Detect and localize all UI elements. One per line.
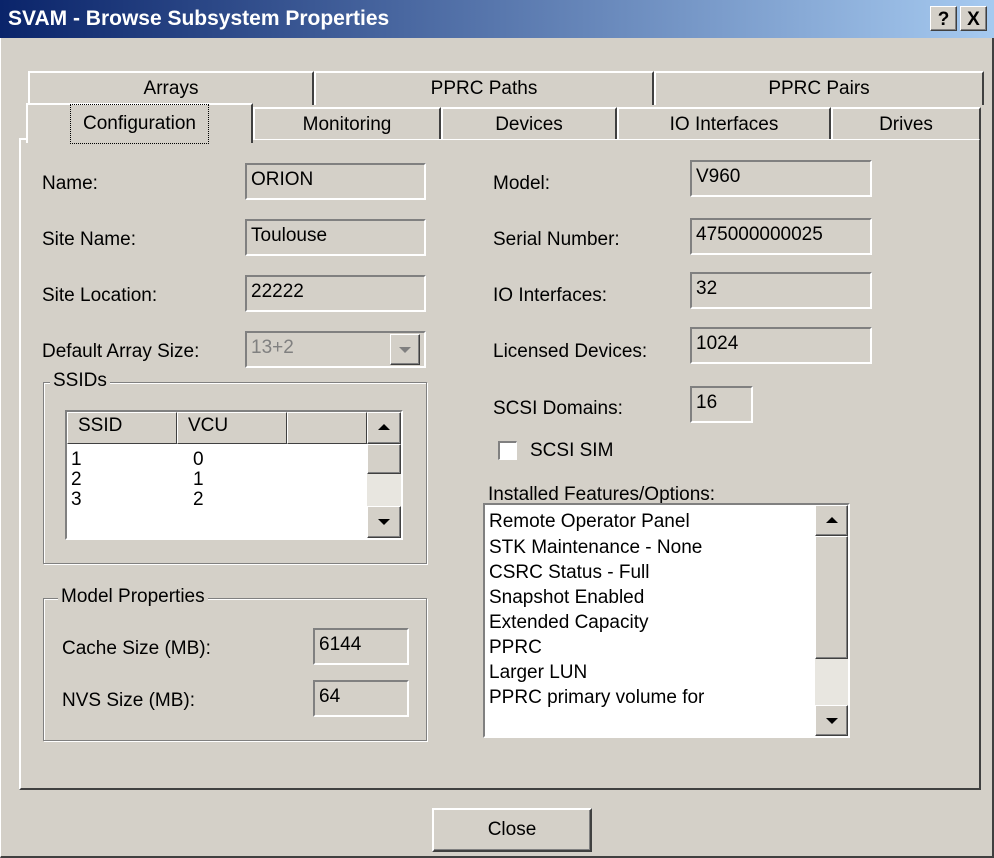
nvs-size-field[interactable]: 64 [313,680,409,717]
title-bar[interactable]: SVAM - Browse Subsystem Properties ? X [0,0,994,38]
model-properties-group-label: Model Properties [58,586,208,608]
scsi-sim-checkbox[interactable] [498,441,517,460]
ssids-group-label: SSIDs [50,370,110,392]
scroll-up-button[interactable] [815,505,848,536]
close-window-button[interactable]: X [960,6,987,31]
vcu-cell: 1 [193,469,204,490]
features-scrollbar[interactable] [815,505,848,736]
window-title: SVAM - Browse Subsystem Properties [8,7,390,30]
licensed-devices-field[interactable]: 1024 [690,327,872,364]
serial-number-field[interactable]: 475000000025 [690,218,872,255]
tab-label: Configuration [69,104,210,144]
list-item[interactable]: Snapshot Enabled [489,585,644,611]
model-label: Model: [493,173,551,194]
ssid-cell: 1 [71,449,82,470]
scsi-domains-field[interactable]: 16 [690,386,753,423]
vcu-cell: 0 [193,449,204,470]
chevron-up-icon [378,424,390,430]
tab-label: PPRC Pairs [768,78,870,99]
tab-label: PPRC Paths [430,78,538,99]
model-properties-group [43,598,427,741]
cache-size-label: Cache Size (MB): [62,638,211,659]
io-interfaces-label: IO Interfaces: [493,285,608,306]
chevron-down-icon [399,347,411,353]
tab-label: Monitoring [302,114,392,135]
io-interfaces-field[interactable]: 32 [690,272,872,309]
list-item[interactable]: PPRC [489,635,542,661]
ssid-cell: 2 [71,469,82,490]
tab-arrays[interactable]: Arrays [28,71,314,105]
tab-io-interfaces[interactable]: IO Interfaces [617,107,831,139]
scroll-up-button[interactable] [367,412,401,444]
vcu-cell: 2 [193,489,204,510]
scroll-down-button[interactable] [367,506,401,538]
ssid-list[interactable]: SSID VCU 1 0 2 1 3 2 [65,410,403,540]
site-location-label: Site Location: [42,285,158,306]
tab-devices[interactable]: Devices [441,107,617,139]
scroll-thumb[interactable] [367,444,401,474]
default-array-size-select[interactable]: 13+2 [245,331,426,368]
scroll-down-button[interactable] [815,705,848,736]
vcu-column-header[interactable]: VCU [177,412,287,444]
site-name-field[interactable]: Toulouse [245,219,426,256]
site-location-field[interactable]: 22222 [245,275,426,312]
name-label: Name: [42,173,98,194]
site-name-label: Site Name: [42,229,136,250]
tab-pprc-pairs[interactable]: PPRC Pairs [654,71,984,105]
dropdown-arrow-button[interactable] [390,334,420,365]
list-item[interactable]: Extended Capacity [489,610,649,636]
scsi-sim-label: SCSI SIM [530,440,614,461]
chevron-down-icon [825,718,838,724]
chevron-down-icon [378,519,390,525]
scroll-thumb[interactable] [815,536,848,659]
model-field[interactable]: V960 [690,160,872,197]
nvs-size-label: NVS Size (MB): [62,690,196,711]
close-button[interactable]: Close [432,808,592,852]
list-item[interactable]: STK Maintenance - None [489,535,702,561]
tab-label: Drives [879,114,933,135]
list-item[interactable]: Larger LUN [489,660,587,686]
chevron-up-icon [825,517,838,523]
tab-label: IO Interfaces [669,114,779,135]
cache-size-field[interactable]: 6144 [313,628,409,665]
tab-configuration[interactable]: Configuration [26,103,253,144]
tab-monitoring[interactable]: Monitoring [253,107,441,139]
tab-label: Arrays [143,78,199,99]
ssid-scrollbar[interactable] [367,412,401,538]
serial-number-label: Serial Number: [493,229,620,250]
list-item[interactable]: CSRC Status - Full [489,560,649,586]
installed-features-list[interactable]: Remote Operator Panel STK Maintenance - … [483,503,850,738]
name-field[interactable]: ORION [245,163,426,200]
scsi-domains-label: SCSI Domains: [493,398,623,419]
tab-pprc-paths[interactable]: PPRC Paths [314,71,654,105]
licensed-devices-label: Licensed Devices: [493,341,648,362]
default-array-size-label: Default Array Size: [42,341,200,362]
empty-column-header[interactable] [287,412,367,444]
tab-drives[interactable]: Drives [831,107,981,139]
ssid-column-header[interactable]: SSID [67,412,177,444]
tab-label: Devices [495,114,563,135]
list-item[interactable]: Remote Operator Panel [489,509,690,535]
ssid-cell: 3 [71,489,82,510]
list-item[interactable]: PPRC primary volume for [489,685,704,711]
help-button[interactable]: ? [930,6,957,31]
default-array-size-value: 13+2 [251,337,294,358]
